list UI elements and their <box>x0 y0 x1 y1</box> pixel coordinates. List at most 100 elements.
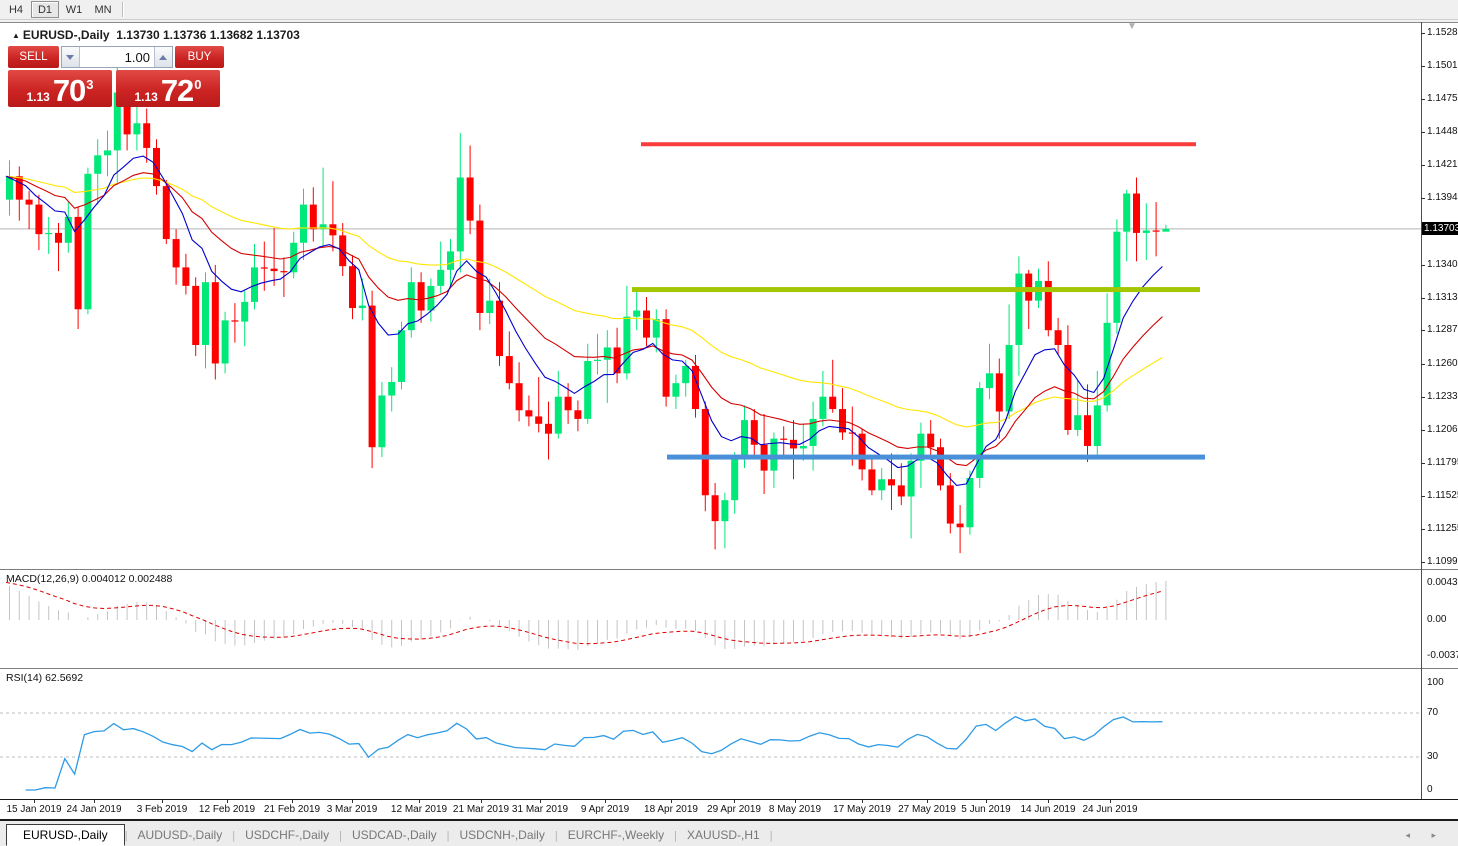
horizontal-trend-line[interactable] <box>641 142 1196 147</box>
price-axis-label: 1.15285 <box>1427 27 1458 38</box>
time-axis-tick <box>352 800 353 803</box>
candle-body <box>535 416 543 424</box>
candle-body <box>721 500 729 522</box>
candle-body <box>515 383 523 411</box>
horizontal-trend-line[interactable] <box>667 454 1205 460</box>
price-axis-label: 1.15015 <box>1427 60 1458 72</box>
price-axis-label: 1.14480 <box>1427 126 1458 138</box>
candle-body <box>701 409 709 496</box>
current-price-badge: 1.13703 <box>1422 221 1458 235</box>
candle-body <box>613 347 621 374</box>
candle-body <box>211 282 219 364</box>
price-axis-tick <box>1421 396 1425 398</box>
candle-body <box>84 173 92 310</box>
time-axis-label: 9 Apr 2019 <box>580 804 630 815</box>
sell-price-button[interactable]: 1.13 70 3 <box>8 70 112 107</box>
time-axis-label: 27 May 2019 <box>898 804 956 815</box>
candle-body <box>1152 230 1160 232</box>
price-axis-label: 1.12330 <box>1427 390 1458 402</box>
candle-body <box>927 433 935 448</box>
price-axis-label: 1.13945 <box>1427 192 1458 204</box>
price-axis-label: 1.12065 <box>1427 423 1458 435</box>
volume-decrease-button[interactable] <box>61 47 80 67</box>
candle-body <box>447 251 454 270</box>
horizontal-trend-line[interactable] <box>632 287 1200 293</box>
candle-body <box>456 177 464 252</box>
candle-body <box>241 301 249 322</box>
candle-body <box>1133 193 1140 233</box>
price-axis-label: 1.11525 <box>1427 490 1458 502</box>
candle-body <box>858 433 866 470</box>
time-axis-tick <box>227 800 228 803</box>
candle-body <box>182 267 190 286</box>
sell-button[interactable]: SELL <box>8 46 59 68</box>
price-axis-tick <box>1421 462 1425 464</box>
macd-indicator-panel: MACD(12,26,9) 0.004012 0.002488 <box>0 570 1458 668</box>
candle-body <box>564 396 572 411</box>
candle-body <box>986 373 993 389</box>
candle-body <box>711 495 719 522</box>
time-axis-label: 18 Apr 2019 <box>644 804 698 815</box>
time-axis-label: 15 Jan 2019 <box>6 804 62 815</box>
buy-button[interactable]: BUY <box>174 46 224 68</box>
chart-tab-usdchf[interactable]: USDCHF-,Daily <box>235 825 339 845</box>
chart-shift-marker-icon[interactable]: ▼ <box>1127 21 1137 32</box>
rsi-axis-label: 30 <box>1427 751 1439 762</box>
collapse-arrow-icon[interactable]: ▲ <box>12 31 20 40</box>
candle-body <box>731 457 739 501</box>
main-chart-panel[interactable]: ▲ EURUSD-,Daily 1.13730 1.13736 1.13682 1… <box>0 21 1458 570</box>
chart-tab-eurusd[interactable]: EURUSD-,Daily <box>6 824 125 846</box>
moving-average-line <box>5 155 1163 486</box>
timeframe-button-w1[interactable]: W1 <box>60 1 88 18</box>
candle-body <box>594 359 601 362</box>
candle-body <box>476 220 484 313</box>
candle-body <box>584 361 592 419</box>
rsi-axis-label: 0 <box>1427 784 1433 795</box>
triangle-down-icon <box>66 54 75 60</box>
candle-body <box>378 395 386 448</box>
rsi-label: RSI(14) 62.5692 <box>6 672 84 684</box>
candle-body <box>55 232 62 243</box>
volume-increase-button[interactable] <box>153 47 172 67</box>
chart-tab-xauusd[interactable]: XAUUSD-,H1 <box>677 825 770 845</box>
rsi-chart-canvas <box>0 712 1421 791</box>
candle-body <box>45 232 53 235</box>
candle-body <box>1123 193 1131 232</box>
candle-body <box>486 300 494 313</box>
candle-body <box>799 445 807 449</box>
tab-scroll-left-icon[interactable]: ◂ <box>1405 830 1410 841</box>
tab-scroll-right-icon[interactable]: ▸ <box>1431 830 1436 841</box>
buy-price-sup: 0 <box>194 77 202 92</box>
chart-tab-audusd[interactable]: AUDUSD-,Daily <box>128 825 233 845</box>
time-axis-label: 21 Mar 2019 <box>452 804 510 815</box>
sell-price-prefix: 1.13 <box>26 90 50 104</box>
candle-body <box>819 396 827 419</box>
time-axis-tick <box>34 800 35 803</box>
timeframe-button-h4[interactable]: H4 <box>2 1 30 18</box>
price-axis-tick <box>1421 66 1425 68</box>
timeframe-button-mn[interactable]: MN <box>89 1 117 18</box>
time-axis-label: 12 Mar 2019 <box>390 804 448 815</box>
candle-body <box>780 438 788 440</box>
candle-body <box>64 216 72 243</box>
candle-body <box>741 420 748 458</box>
candle-body <box>162 186 170 240</box>
candle-body <box>623 316 631 374</box>
price-axis-label: 1.14210 <box>1427 159 1458 171</box>
chart-tab-usdcad[interactable]: USDCAD-,Daily <box>342 825 447 845</box>
price-axis-tick <box>1421 98 1425 100</box>
candle-body <box>6 176 13 200</box>
buy-price-button[interactable]: 1.13 72 0 <box>116 70 220 107</box>
chart-tab-eurchf[interactable]: EURCHF-,Weekly <box>558 825 674 845</box>
timeframe-button-d1[interactable]: D1 <box>31 1 59 18</box>
time-axis-label: 21 Feb 2019 <box>263 804 321 815</box>
volume-input[interactable] <box>79 47 154 67</box>
candle-body <box>868 469 876 491</box>
time-axis-tick <box>481 800 482 803</box>
volume-spinner <box>60 46 173 68</box>
chart-tab-usdcnh[interactable]: USDCNH-,Daily <box>450 825 555 845</box>
price-axis-tick <box>1421 529 1425 531</box>
candle-body <box>104 150 111 156</box>
sell-price-sup: 3 <box>86 77 94 92</box>
rsi-axis-label: 100 <box>1427 677 1444 688</box>
